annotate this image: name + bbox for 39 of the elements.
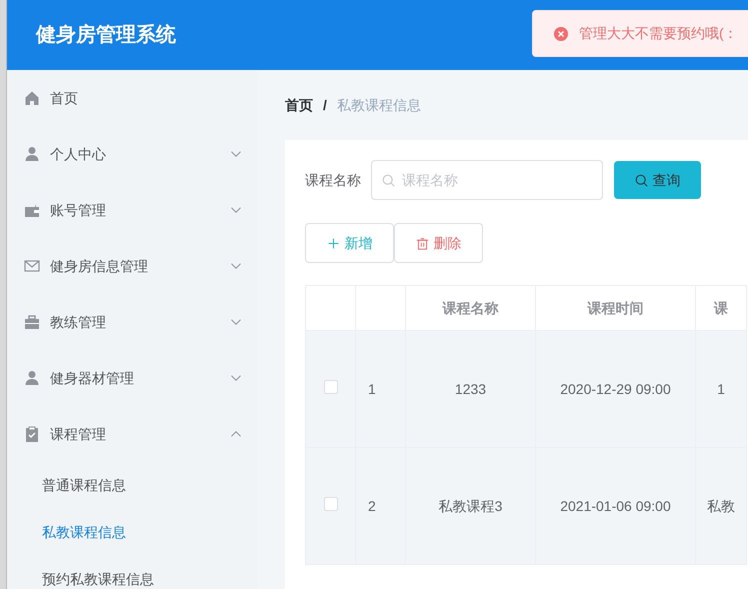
sidebar-item[interactable]: 个人中心 [7,126,258,182]
briefcase-icon [24,314,40,330]
trash-icon [416,236,428,250]
table-cell: 私教课程3 [406,448,536,564]
search-field[interactable]: 课程名称 [371,160,603,200]
error-icon [553,26,569,42]
row-checkbox[interactable] [324,496,338,510]
sidebar-subitem[interactable]: 私教课程信息 [42,522,126,543]
sidebar-item[interactable]: 首页 [7,70,258,126]
plus-icon [326,236,340,250]
sidebar-subitem[interactable]: 预约私教课程信息 [42,569,154,589]
row-index: 2 [356,448,406,564]
search-button[interactable]: 查询 [614,161,701,199]
sidebar-item[interactable]: 课程管理 [7,406,258,462]
envelope-icon [24,258,40,274]
sidebar-item[interactable]: 健身器材管理 [7,350,258,406]
row-index: 1 [356,330,406,448]
table-cell: 2021-01-06 09:00 [536,448,696,564]
user-icon [24,146,40,162]
search-icon [634,174,648,186]
sidebar-item[interactable]: 健身房信息管理 [7,238,258,294]
search-label: 课程名称 [305,170,361,190]
row-checkbox[interactable] [324,380,338,394]
sidebar-item[interactable]: 账号管理 [7,182,258,238]
table-cell: 1233 [406,330,536,448]
app-title: 健身房管理系统 [36,22,176,48]
breadcrumb-separator: / [323,96,327,114]
sidebar-item[interactable]: 教练管理 [7,294,258,350]
breadcrumb-item: 私教课程信息 [336,96,421,114]
table-cell: 私教 [696,448,746,564]
clipboard-icon [24,426,40,442]
toast-message: 管理大大不需要预约哦(： [579,24,738,43]
wallet-icon [24,202,40,218]
home-icon [24,90,40,106]
sidebar-subitem[interactable]: 普通课程信息 [42,475,126,496]
table-cell: 2020-12-29 09:00 [536,330,696,448]
table-cell: 1 [696,330,746,448]
user-icon [24,370,40,386]
breadcrumb-item[interactable]: 首页 [285,94,313,116]
